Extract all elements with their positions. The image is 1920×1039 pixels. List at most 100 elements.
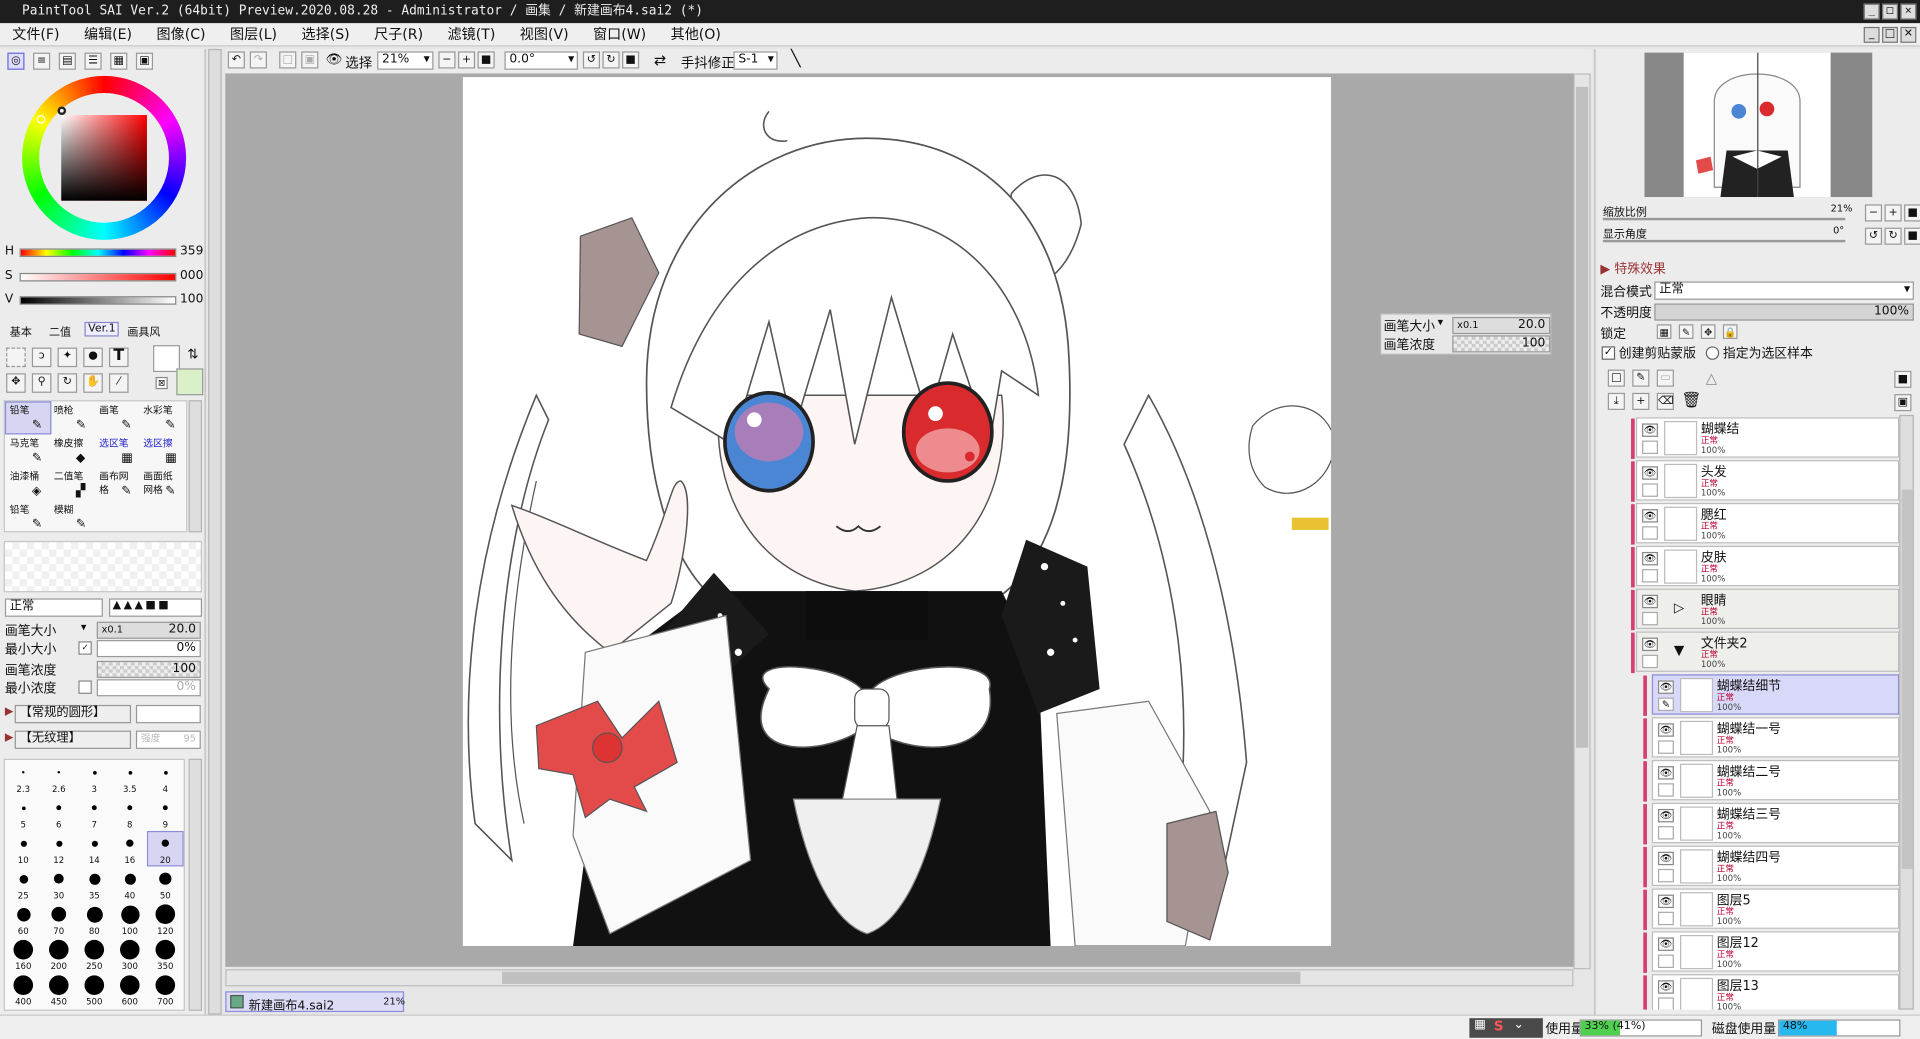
floating-density-slider[interactable]: 100 [1452, 335, 1551, 353]
brush-size-120[interactable]: 120 [148, 903, 182, 936]
magic-wand-icon[interactable]: ✦ [57, 347, 78, 368]
layer-edit-toggle[interactable] [1657, 954, 1674, 969]
move-icon[interactable]: ✥ [6, 373, 26, 393]
menu-select[interactable]: 选择(S) [289, 23, 362, 46]
new-folder-icon[interactable]: ▭ [1656, 369, 1674, 387]
visibility-eye-icon[interactable]: 👁 [1657, 680, 1674, 694]
tool-blur[interactable]: 模糊 [54, 503, 74, 516]
doc-minimize-button[interactable]: _ [1863, 26, 1880, 43]
brush-size-500[interactable]: 500 [77, 974, 111, 1007]
tray-ime-icon[interactable]: ▦ [1474, 1018, 1486, 1031]
visibility-eye-icon[interactable]: 👁 [1657, 766, 1674, 780]
size-palette-scrollbar[interactable] [188, 758, 203, 1011]
layer-edit-toggle[interactable] [1642, 526, 1658, 540]
visibility-eye-icon[interactable]: 👁 [1657, 937, 1674, 951]
visibility-eye-icon[interactable]: 👁 [1642, 466, 1658, 480]
brush-size-200[interactable]: 200 [42, 939, 76, 972]
nav-zoom-reset-button[interactable]: ■ [1904, 204, 1920, 222]
hue-slider[interactable] [19, 248, 177, 257]
min-density-slider[interactable]: 0% [96, 679, 201, 697]
doc-close-button[interactable]: ✕ [1900, 26, 1917, 43]
visibility-eye-icon[interactable]: 👁 [1642, 594, 1658, 609]
texture-expand-icon[interactable]: ▶ [5, 732, 13, 744]
eyedropper-icon[interactable]: ⁄ [108, 373, 129, 393]
brush-size-700[interactable]: 700 [148, 974, 182, 1007]
brush-size-70[interactable]: 70 [42, 903, 76, 936]
left-panel-scrollbar[interactable] [208, 48, 222, 1015]
sv-marker[interactable] [36, 115, 46, 124]
rotate-icon[interactable]: ↻ [57, 373, 78, 393]
brush-size-50[interactable]: 50 [148, 868, 182, 901]
tool-airbrush[interactable]: 喷枪 [54, 404, 74, 417]
menu-window[interactable]: 窗口(W) [581, 23, 659, 46]
nav-zoom-slider[interactable] [1602, 217, 1846, 221]
brush-size-250[interactable]: 250 [77, 939, 111, 972]
folder-collapsed-icon[interactable]: ▷ [1674, 600, 1684, 616]
effects-toggle[interactable]: ▶ 特殊效果 [1600, 259, 1665, 277]
brush-shape-strength[interactable] [135, 704, 201, 724]
value-slider[interactable] [19, 296, 177, 305]
brush-size-10[interactable]: 10 [6, 832, 40, 865]
brush-size-3.5[interactable]: 3.5 [113, 761, 147, 794]
new-shape-layer-icon[interactable]: △ [1706, 370, 1717, 387]
rotate-reset-button[interactable]: ■ [622, 51, 640, 69]
redo-icon[interactable]: ↷ [249, 51, 267, 69]
tool-marker[interactable]: 马克笔 [10, 437, 39, 450]
color-tab-ver1[interactable]: Ver.1 [84, 321, 120, 337]
layer-edit-toggle[interactable] [1642, 440, 1658, 455]
minimize-button[interactable]: _ [1863, 3, 1880, 20]
swatch-mode-icon[interactable]: ☰ [84, 52, 102, 70]
color-tab-basic[interactable]: 基本 [10, 323, 32, 339]
layer-row[interactable]: 👁 蝴蝶结三号 正常 100% [1643, 802, 1900, 845]
straight-line-icon[interactable]: ╲ [791, 50, 801, 68]
layer-edit-toggle[interactable] [1657, 826, 1674, 840]
texture-strength[interactable]: 强度 95 [135, 730, 201, 749]
density-slider[interactable]: 100 [96, 660, 201, 678]
brush-size-80[interactable]: 80 [77, 903, 111, 936]
stabilizer-select[interactable]: S-1 ▾ [733, 51, 778, 70]
tool-grid-scrollbar[interactable] [188, 400, 203, 533]
canvas-paper[interactable] [462, 77, 1336, 947]
layer-row[interactable]: 👁 图层13 正常 100% [1643, 974, 1900, 1010]
lock-move-icon[interactable]: ✥ [1700, 324, 1716, 339]
visibility-eye-icon[interactable]: 👁 [1642, 509, 1658, 523]
brush-size-2.3[interactable]: 2.3 [6, 761, 40, 794]
menu-view[interactable]: 视图(V) [508, 23, 581, 46]
min-size-pressure-icon[interactable]: ✓ [78, 641, 92, 655]
layer-edit-toggle[interactable] [1642, 569, 1658, 583]
color-wheel-mode-icon[interactable]: ◎ [7, 52, 25, 70]
layer-row[interactable]: 👁 图层5 正常 100% [1643, 888, 1900, 931]
brush-size-60[interactable]: 60 [6, 903, 40, 936]
tray-sogou-icon[interactable]: S [1494, 1018, 1504, 1034]
brush-size-400[interactable]: 400 [6, 974, 40, 1007]
text-tool-icon[interactable]: T [108, 347, 129, 368]
layer-edit-toggle[interactable] [1642, 611, 1658, 626]
brush-size-40[interactable]: 40 [113, 868, 147, 901]
zoom-select[interactable]: 21% ▾ [377, 51, 434, 70]
shape-icon[interactable]: ● [83, 347, 103, 368]
mixer-mode-icon[interactable]: ▣ [135, 52, 154, 70]
clip-checkbox[interactable]: ✓ [1601, 346, 1616, 360]
tool-binary-pen[interactable]: 二值笔 [54, 470, 83, 483]
floating-size-slider[interactable]: x0.1 20.0 [1452, 316, 1551, 335]
layer-row[interactable]: 👁 图层12 正常 100% [1643, 931, 1900, 973]
layer-row[interactable]: 👁 ▷ 眼睛 正常 100% [1631, 588, 1900, 631]
visibility-eye-icon[interactable]: 👁 [1642, 551, 1658, 566]
brush-size-9[interactable]: 9 [148, 797, 182, 830]
rotate-right-button[interactable]: ↻ [602, 51, 620, 69]
doc-restore-button[interactable]: □ [1882, 26, 1898, 43]
clear-layer-icon[interactable]: ⌫ [1656, 392, 1674, 410]
canvas-area[interactable]: 画笔大小 ▾ x0.1 20.0 画笔浓度 100 [225, 73, 1574, 967]
saturation-value-square[interactable] [61, 115, 147, 201]
brush-size-3[interactable]: 3 [77, 761, 111, 794]
layer-row[interactable]: 👁 蝴蝶结一号 正常 100% [1643, 717, 1900, 759]
layer-row[interactable]: 👁 蝴蝶结四号 正常 100% [1643, 845, 1900, 888]
menu-other[interactable]: 其他(O) [658, 23, 733, 46]
layer-row[interactable]: 👁 蝴蝶结二号 正常 100% [1643, 759, 1900, 802]
brush-size-160[interactable]: 160 [6, 939, 40, 972]
tool-pencil-2[interactable]: 铅笔 [10, 503, 30, 516]
layer-row[interactable]: 👁 ▼ 文件夹2 正常 100% [1631, 631, 1900, 674]
layer-edit-toggle[interactable] [1657, 783, 1674, 797]
tool-brush[interactable]: 画笔 [99, 404, 119, 417]
nav-angle-slider[interactable] [1602, 239, 1846, 243]
